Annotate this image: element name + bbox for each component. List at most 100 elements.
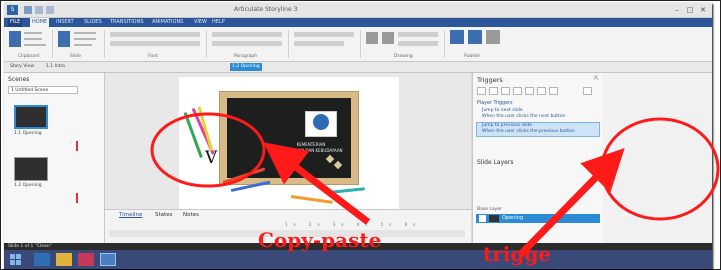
ministry-emblem-icon xyxy=(313,114,329,130)
chalkboard-surface: KEMENTERIAN PENDIDIKAN DAN KEBUDAYAAN xyxy=(227,98,351,178)
quick-styles-icon[interactable] xyxy=(382,32,394,44)
layout-button[interactable] xyxy=(74,32,96,34)
taskbar-explorer-icon[interactable] xyxy=(56,253,72,266)
tab-notes[interactable]: Notes xyxy=(183,212,199,218)
text-direction-button[interactable] xyxy=(294,32,354,37)
status-text: Slide 1 of 1 "Clean" xyxy=(8,244,52,249)
tab-help[interactable]: HELP xyxy=(210,18,227,27)
redo-icon[interactable] xyxy=(46,6,54,14)
scenes-panel: Scenes 1 Untitled Scene 1.1 Opening 1.2 … xyxy=(4,73,105,243)
star-decoration-icon xyxy=(333,160,343,170)
trigger-condition[interactable]: When the user clicks the next button xyxy=(482,114,565,119)
paste-trigger-icon[interactable] xyxy=(513,87,522,95)
publish-icon[interactable] xyxy=(468,30,482,44)
font-family-select[interactable] xyxy=(110,32,200,37)
undo-icon[interactable] xyxy=(35,6,43,14)
trigger-condition[interactable]: When the user clicks the previous button xyxy=(482,129,575,134)
group-label-paragraph: Paragraph xyxy=(234,54,258,59)
slide-text-v[interactable]: V xyxy=(205,148,217,168)
layer-visibility-checkbox[interactable] xyxy=(479,215,486,222)
maximize-button[interactable]: □ xyxy=(685,5,695,15)
tab-home[interactable]: HOME xyxy=(30,18,50,27)
new-slide-icon[interactable] xyxy=(58,31,70,47)
tab-transitions[interactable]: TRANSITIONS xyxy=(108,18,146,27)
trigger-action[interactable]: Jump to previous slide xyxy=(482,123,532,128)
pencil-green xyxy=(183,111,203,159)
slide-stage[interactable]: KEMENTERIAN PENDIDIKAN DAN KEBUDAYAAN xyxy=(179,77,399,209)
tab-story-view[interactable]: Story View xyxy=(8,63,36,71)
tab-insert[interactable]: INSERT xyxy=(54,18,76,27)
copy-trigger-icon[interactable] xyxy=(501,87,510,95)
badge-line-2: PENDIDIKAN DAN KEBUDAYAAN xyxy=(279,148,343,153)
ruler-tick: 3s xyxy=(332,222,350,227)
slide-link-arrow xyxy=(76,141,78,151)
chalkboard-image[interactable]: KEMENTERIAN PENDIDIKAN DAN KEBUDAYAAN xyxy=(219,91,359,185)
tab-slides[interactable]: SLIDES xyxy=(82,18,104,27)
shape-fill-button[interactable] xyxy=(398,32,438,37)
ribbon-tab-bar: FILE HOME INSERT SLIDES TRANSITIONS ANIM… xyxy=(4,18,712,27)
taskbar-storyline-icon[interactable] xyxy=(100,253,116,266)
window-title: Articulate Storyline 3 xyxy=(234,6,298,13)
paragraph-row-2[interactable] xyxy=(212,41,282,46)
triggers-title: Triggers xyxy=(477,76,503,84)
slide-option-button[interactable] xyxy=(74,44,92,46)
ribbon: Clipboard Slide Font Paragraph Drawing P… xyxy=(4,27,712,62)
duplicate-button[interactable] xyxy=(74,38,96,40)
paragraph-row-1[interactable] xyxy=(212,32,282,37)
trigger-action[interactable]: Jump to next slide xyxy=(482,108,523,113)
group-label-publish: Publish xyxy=(464,54,481,59)
triggers-panel: Triggers ⇱ Player Triggers Jump to next … xyxy=(472,73,603,243)
timeline-ruler: 1s 2s 3s 4s 5s 6s xyxy=(285,222,421,227)
player-icon[interactable] xyxy=(486,30,500,44)
tab-view[interactable]: VIEW xyxy=(192,18,209,27)
find-text-button[interactable] xyxy=(294,41,344,46)
delete-trigger-icon[interactable] xyxy=(525,87,534,95)
slide-thumbnail[interactable] xyxy=(14,157,48,181)
save-icon[interactable] xyxy=(24,6,32,14)
copy-button[interactable] xyxy=(24,38,42,40)
move-down-icon[interactable] xyxy=(549,87,558,95)
slide-thumbnail-label: 1.1 Opening xyxy=(14,131,42,136)
ruler-tick: 4s xyxy=(356,222,374,227)
layer-row[interactable]: Opening xyxy=(476,214,600,223)
taskbar-app-icon[interactable] xyxy=(78,253,94,266)
slide-thumbnail[interactable] xyxy=(14,105,48,129)
tab-file[interactable]: FILE xyxy=(8,18,23,27)
new-trigger-icon[interactable] xyxy=(477,87,486,95)
cut-button[interactable] xyxy=(24,32,42,34)
layer-thumbnail xyxy=(489,215,499,222)
edit-trigger-icon[interactable] xyxy=(489,87,498,95)
group-label-drawing: Drawing xyxy=(394,54,413,59)
ribbon-divider xyxy=(288,30,289,58)
taskbar-ie-icon[interactable] xyxy=(34,253,50,266)
move-up-icon[interactable] xyxy=(537,87,546,95)
group-label-slide: Slide xyxy=(70,54,81,59)
annotation-copy-paste: Copy-paste xyxy=(258,228,382,252)
player-triggers-header: Player Triggers xyxy=(477,101,513,106)
tab-timeline[interactable]: Timeline xyxy=(119,212,142,218)
ministry-logo[interactable] xyxy=(305,111,337,137)
ruler-tick: 5s xyxy=(380,222,398,227)
ruler-tick: 1s xyxy=(285,222,302,227)
right-empty-area xyxy=(603,73,712,243)
panel-pin-icon[interactable]: ⇱ xyxy=(594,75,599,82)
shape-outline-button[interactable] xyxy=(398,41,438,46)
font-style-row[interactable] xyxy=(110,41,200,46)
tab-states[interactable]: States xyxy=(155,212,172,218)
close-button[interactable]: ✕ xyxy=(698,5,708,15)
ribbon-divider xyxy=(52,30,53,58)
windows-taskbar xyxy=(4,250,712,269)
scene-selector[interactable]: 1 Untitled Scene xyxy=(8,86,78,94)
badge-line-1: KEMENTERIAN xyxy=(296,142,326,147)
tab-slide-opening[interactable]: 1.2 Opening xyxy=(230,63,262,71)
preview-icon[interactable] xyxy=(450,30,464,44)
minimize-button[interactable]: – xyxy=(672,5,682,15)
start-button-icon[interactable] xyxy=(10,254,22,265)
paste-icon[interactable] xyxy=(9,31,21,47)
group-label-clipboard: Clipboard xyxy=(18,54,40,59)
tab-slide-intro[interactable]: 1.1 Intro xyxy=(44,63,67,71)
format-painter-button[interactable] xyxy=(24,44,46,46)
collapse-icon[interactable] xyxy=(583,87,592,95)
tab-animations[interactable]: ANIMATIONS xyxy=(150,18,185,27)
arrange-icon[interactable] xyxy=(366,32,378,44)
